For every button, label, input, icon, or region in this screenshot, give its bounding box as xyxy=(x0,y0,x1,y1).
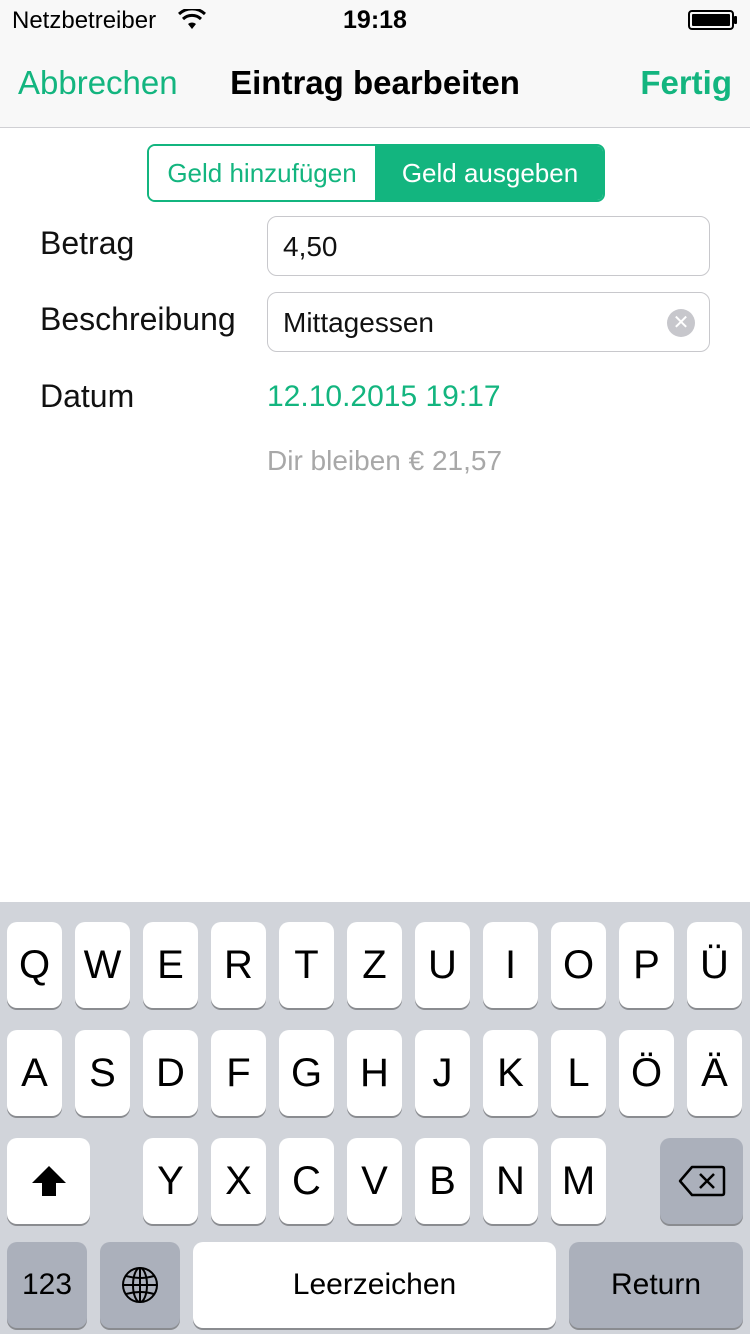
key-n[interactable]: N xyxy=(483,1138,538,1224)
shift-key[interactable] xyxy=(7,1138,90,1224)
space-key[interactable]: Leerzeichen xyxy=(193,1242,556,1328)
key-r[interactable]: R xyxy=(211,922,266,1008)
shift-icon xyxy=(31,1166,66,1196)
key-p[interactable]: P xyxy=(619,922,674,1008)
key-o[interactable]: O xyxy=(551,922,606,1008)
description-label: Beschreibung xyxy=(40,301,236,337)
clear-text-icon[interactable]: ✕ xyxy=(667,309,695,337)
key-w[interactable]: W xyxy=(75,922,130,1008)
numbers-key[interactable]: 123 xyxy=(7,1242,87,1328)
date-label: Datum xyxy=(40,378,135,414)
segment-spend-money[interactable]: Geld ausgeben xyxy=(377,146,603,200)
key-b[interactable]: B xyxy=(415,1138,470,1224)
key-ue[interactable]: Ü xyxy=(687,922,742,1008)
globe-key[interactable] xyxy=(100,1242,180,1328)
key-e[interactable]: E xyxy=(143,922,198,1008)
amount-value: 4,50 xyxy=(283,231,338,262)
remaining-balance: Dir bleiben € 21,57 xyxy=(267,445,503,476)
key-a[interactable]: A xyxy=(7,1030,62,1116)
key-x[interactable]: X xyxy=(211,1138,266,1224)
amount-field[interactable]: 4,50 xyxy=(267,216,710,276)
key-c[interactable]: C xyxy=(279,1138,334,1224)
key-f[interactable]: F xyxy=(211,1030,266,1116)
amount-label: Betrag xyxy=(40,225,135,261)
key-j[interactable]: J xyxy=(415,1030,470,1116)
key-s[interactable]: S xyxy=(75,1030,130,1116)
key-g[interactable]: G xyxy=(279,1030,334,1116)
globe-icon xyxy=(122,1267,158,1303)
key-y[interactable]: Y xyxy=(143,1138,198,1224)
key-h[interactable]: H xyxy=(347,1030,402,1116)
key-d[interactable]: D xyxy=(143,1030,198,1116)
backspace-icon xyxy=(678,1165,725,1197)
date-value[interactable]: 12.10.2015 19:17 xyxy=(267,380,501,414)
key-z[interactable]: Z xyxy=(347,922,402,1008)
key-k[interactable]: K xyxy=(483,1030,538,1116)
transaction-type-segmented-control: Geld hinzufügen Geld ausgeben xyxy=(147,144,605,202)
key-q[interactable]: Q xyxy=(7,922,62,1008)
key-v[interactable]: V xyxy=(347,1138,402,1224)
key-ae[interactable]: Ä xyxy=(687,1030,742,1116)
delete-key[interactable] xyxy=(660,1138,743,1224)
return-key[interactable]: Return xyxy=(569,1242,743,1328)
description-value: Mittagessen xyxy=(283,307,434,338)
key-t[interactable]: T xyxy=(279,922,334,1008)
key-u[interactable]: U xyxy=(415,922,470,1008)
segment-add-money[interactable]: Geld hinzufügen xyxy=(149,146,377,200)
status-time: 19:18 xyxy=(343,6,407,34)
keyboard: Q W E R T Z U I O P Ü A S D F G H J K L … xyxy=(0,902,750,1334)
key-l[interactable]: L xyxy=(551,1030,606,1116)
description-field[interactable]: Mittagessen ✕ xyxy=(267,292,710,352)
battery-icon xyxy=(688,10,737,30)
done-button[interactable]: Fertig xyxy=(640,64,732,102)
key-m[interactable]: M xyxy=(551,1138,606,1224)
page-title: Eintrag bearbeiten xyxy=(230,64,520,101)
key-oe[interactable]: Ö xyxy=(619,1030,674,1116)
status-bar: Netzbetreiber 19:18 xyxy=(0,0,750,40)
navigation-bar: Abbrechen Eintrag bearbeiten Fertig xyxy=(0,40,750,128)
key-i[interactable]: I xyxy=(483,922,538,1008)
